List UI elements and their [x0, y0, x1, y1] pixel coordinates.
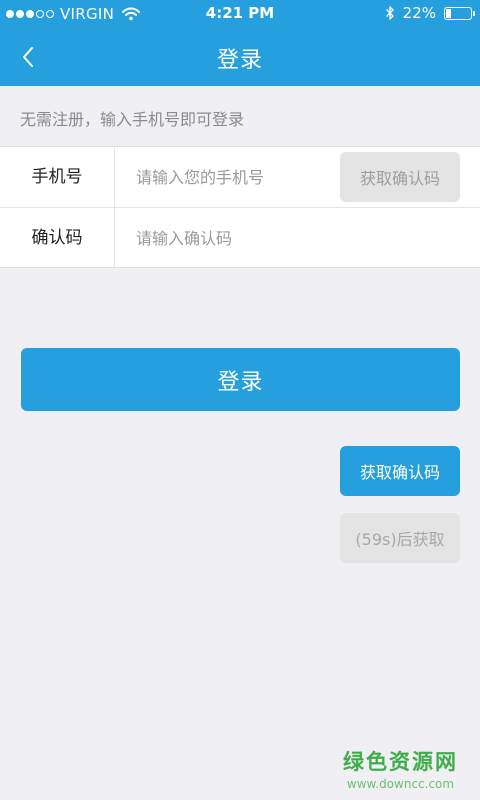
get-code-button-active[interactable]: 获取确认码 [340, 446, 460, 496]
phone-row: 手机号 获取确认码 [0, 147, 480, 207]
battery-icon [444, 6, 475, 20]
login-button[interactable]: 登录 [21, 348, 460, 411]
code-row: 确认码 [0, 207, 480, 268]
get-code-countdown-button[interactable]: (59s)后获取 [340, 513, 460, 563]
code-input[interactable] [136, 222, 456, 254]
navigation-bar: 登录 [0, 28, 480, 86]
status-right: 22% [385, 4, 475, 22]
phone-label: 手机号 [0, 147, 115, 207]
bluetooth-icon [385, 6, 394, 20]
watermark-logo: 绿色资源网 www.downcc.com [343, 746, 458, 791]
login-hint: 无需注册，输入手机号即可登录 [20, 110, 245, 129]
watermark-url: www.downcc.com [346, 777, 455, 791]
battery-percent: 22% [402, 4, 436, 22]
status-bar: VIRGIN 4:21 PM 22% [0, 0, 480, 28]
login-screen: VIRGIN 4:21 PM 22% 登录 无需注册，输入手机号即可登录 手机号… [0, 0, 480, 800]
code-label: 确认码 [0, 208, 115, 268]
page-title: 登录 [216, 48, 263, 73]
phone-input[interactable] [136, 161, 332, 193]
watermark-name: 绿色资源网 [343, 750, 458, 774]
get-code-button-disabled[interactable]: 获取确认码 [340, 152, 460, 202]
login-form: 手机号 获取确认码 确认码 [0, 146, 480, 268]
